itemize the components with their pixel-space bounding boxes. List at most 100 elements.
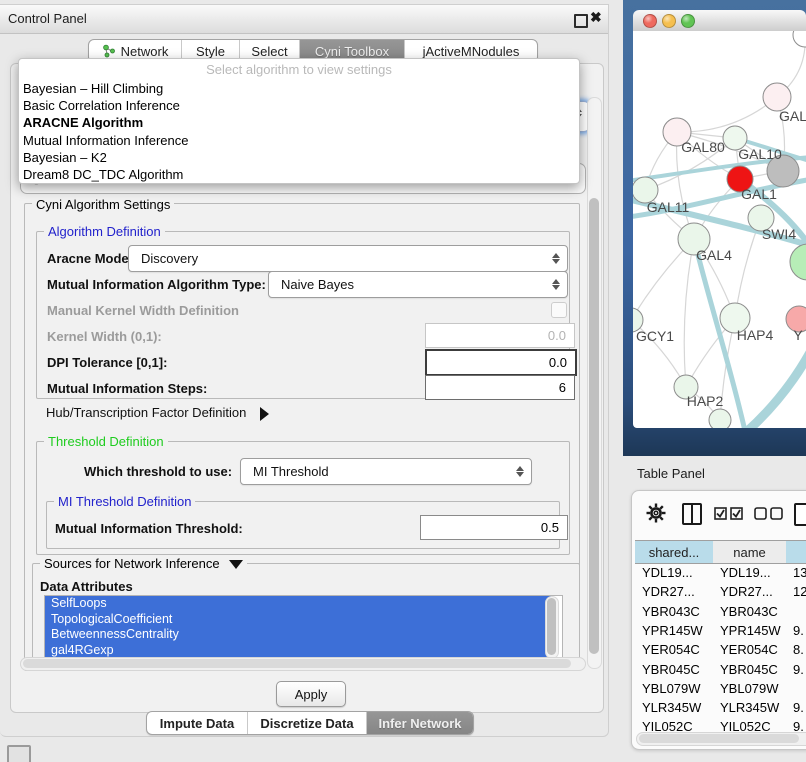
- table-cell: YBL079W: [720, 681, 779, 696]
- table-cell: YER054C: [642, 642, 700, 657]
- table-cell: YLR345W: [720, 700, 779, 715]
- network-node-label: GAL10: [738, 146, 782, 162]
- network-node[interactable]: [709, 409, 731, 428]
- network-node-label: Y: [793, 327, 803, 343]
- tab-infer-network[interactable]: Infer Network: [367, 712, 473, 734]
- algorithm-option[interactable]: ARACNE Algorithm: [23, 114, 563, 131]
- tab-label: Select: [251, 44, 287, 59]
- network-node-gal[interactable]: [763, 83, 791, 111]
- table-cell: YDR27...: [720, 584, 773, 599]
- tab-label: Discretize Data: [260, 716, 353, 731]
- network-node-label: GCY1: [636, 328, 674, 344]
- tab-impute-data[interactable]: Impute Data: [147, 712, 248, 734]
- algorithm-option[interactable]: Bayesian – K2: [23, 149, 563, 166]
- control-panel-window: Control Panel ✖ NetworkStyleSelectCyni T…: [0, 4, 609, 737]
- network-view-window: GAL GAL80 GAL10 GAL1 GAL11 SWI4 GAL4 GCY1 HAP4 Y H…: [633, 10, 806, 430]
- tab-label: jActiveMNodules: [423, 44, 520, 59]
- minimize-traffic-light[interactable]: [662, 14, 676, 28]
- table-cell: 9.: [793, 719, 804, 731]
- table-row[interactable]: YBL079W YBL079W: [635, 679, 806, 698]
- table-row[interactable]: YER054C YER054C 8.: [635, 640, 806, 659]
- table-row[interactable]: YIL052C YIL052C 9.: [635, 717, 806, 731]
- network-node-label: GAL4: [696, 247, 732, 263]
- gear-icon[interactable]: [646, 503, 666, 523]
- tab-label: Style: [196, 44, 225, 59]
- close-icon[interactable]: ✖: [590, 9, 602, 26]
- algorithm-select-popup: Select algorithm to view settings Bayesi…: [18, 58, 580, 184]
- table-cell: 13: [793, 565, 806, 580]
- network-node-label: HAP2: [687, 393, 724, 409]
- table-row[interactable]: YDL19...YDL19...13: [635, 563, 806, 582]
- network-node-label: GAL11: [647, 199, 690, 215]
- network-node-label: HAP4: [737, 327, 774, 343]
- algorithm-option[interactable]: Dream8 DC_TDC Algorithm: [23, 166, 563, 183]
- table-row[interactable]: YLR345W YLR345W 9.: [635, 698, 806, 717]
- table-panel: Table Panel: [609, 456, 806, 762]
- network-node[interactable]: [793, 31, 806, 47]
- table-cell: 12: [793, 584, 806, 599]
- table-header-row: shared...name: [635, 540, 806, 563]
- network-node-label: GAL80: [681, 139, 725, 155]
- network-desktop: GAL GAL80 GAL10 GAL1 GAL11 SWI4 GAL4 GCY1 HAP4 Y H…: [623, 0, 806, 456]
- close-traffic-light[interactable]: [643, 14, 657, 28]
- tab-label: Impute Data: [160, 716, 234, 731]
- application-root: Control Panel ✖ NetworkStyleSelectCyni T…: [0, 0, 806, 762]
- table-cell: YER054C: [720, 642, 778, 657]
- minimized-panel-icon[interactable]: [7, 745, 31, 762]
- table-cell: YLR345W: [642, 700, 701, 715]
- tab-label: Infer Network: [378, 716, 461, 731]
- network-node-label: GAL1: [741, 186, 777, 202]
- table-cell: YBR045C: [720, 662, 778, 677]
- network-edge[interactable]: [677, 97, 777, 132]
- document-icon[interactable]: [794, 503, 806, 526]
- column-header-name[interactable]: name: [713, 540, 787, 564]
- column-header-shared[interactable]: shared...: [635, 540, 714, 564]
- network-edge[interactable]: [684, 239, 694, 387]
- algorithm-option[interactable]: Basic Correlation Inference: [23, 97, 563, 114]
- table-row[interactable]: YBR043C YBR043C: [635, 602, 806, 621]
- table-cell: YPR145W: [642, 623, 703, 638]
- network-graph: GAL GAL80 GAL10 GAL1 GAL11 SWI4 GAL4 GCY1 HAP4 Y H…: [633, 31, 806, 428]
- split-columns-icon[interactable]: [682, 503, 702, 525]
- table-row[interactable]: YPR145W YPR145W 9.: [635, 621, 806, 640]
- table-panel-title: Table Panel: [637, 466, 705, 481]
- table-cell: YBL079W: [642, 681, 701, 696]
- cyni-bottom-tabbar: Impute Data Discretize Data Infer Network: [146, 711, 474, 735]
- algorithm-option[interactable]: Mutual Information Inference: [23, 132, 563, 149]
- algorithm-popup-placeholder: Select algorithm to view settings: [19, 62, 579, 77]
- table-cell: 9.: [793, 662, 804, 677]
- tab-label: Cyni Toolbox: [315, 44, 389, 59]
- show-columns-checked-icon[interactable]: [714, 507, 744, 520]
- table-cell: YBR045C: [642, 662, 700, 677]
- table-row[interactable]: YDR27...YDR27...12: [635, 582, 806, 601]
- table-body: YDL19...YDL19...13YDR27...YDR27...12YBR0…: [635, 563, 806, 731]
- table-cell: YBR043C: [720, 604, 778, 619]
- table-row[interactable]: YBR045C YBR045C 9.: [635, 660, 806, 679]
- float-window-icon[interactable]: [574, 14, 588, 28]
- table-cell: 9.: [793, 700, 804, 715]
- algorithm-option[interactable]: Bayesian – Hill Climbing: [23, 80, 563, 97]
- table-cell: 8.: [793, 642, 804, 657]
- column-header-extra[interactable]: [786, 540, 806, 564]
- table-hscrollbar-track[interactable]: [636, 732, 806, 746]
- zoom-traffic-light[interactable]: [681, 14, 695, 28]
- table-cell: YBR043C: [642, 604, 700, 619]
- table-cell: YPR145W: [720, 623, 781, 638]
- network-edge-highlighted[interactable]: [743, 347, 806, 428]
- network-node[interactable]: [790, 244, 806, 280]
- network-canvas[interactable]: GAL GAL80 GAL10 GAL1 GAL11 SWI4 GAL4 GCY1 HAP4 Y H…: [633, 31, 806, 428]
- table-cell: YIL052C: [720, 719, 771, 731]
- network-node-label: GAL: [779, 108, 806, 124]
- table-panel-window: shared...name YDL19...YDL19...13YDR27...…: [631, 490, 806, 750]
- table-cell: YDL19...: [720, 565, 771, 580]
- table-hscrollbar-thumb[interactable]: [639, 734, 799, 743]
- network-icon: [102, 44, 116, 58]
- network-window-titlebar[interactable]: [633, 10, 806, 32]
- table-cell: YIL052C: [642, 719, 693, 731]
- control-panel-title: Control Panel: [8, 11, 87, 26]
- tab-discretize-data[interactable]: Discretize Data: [248, 712, 367, 734]
- table-cell: 9.: [793, 623, 804, 638]
- hide-columns-unchecked-icon[interactable]: [754, 507, 784, 520]
- control-panel-titlebar[interactable]: Control Panel ✖: [0, 5, 608, 34]
- network-node-label: SWI4: [762, 226, 796, 242]
